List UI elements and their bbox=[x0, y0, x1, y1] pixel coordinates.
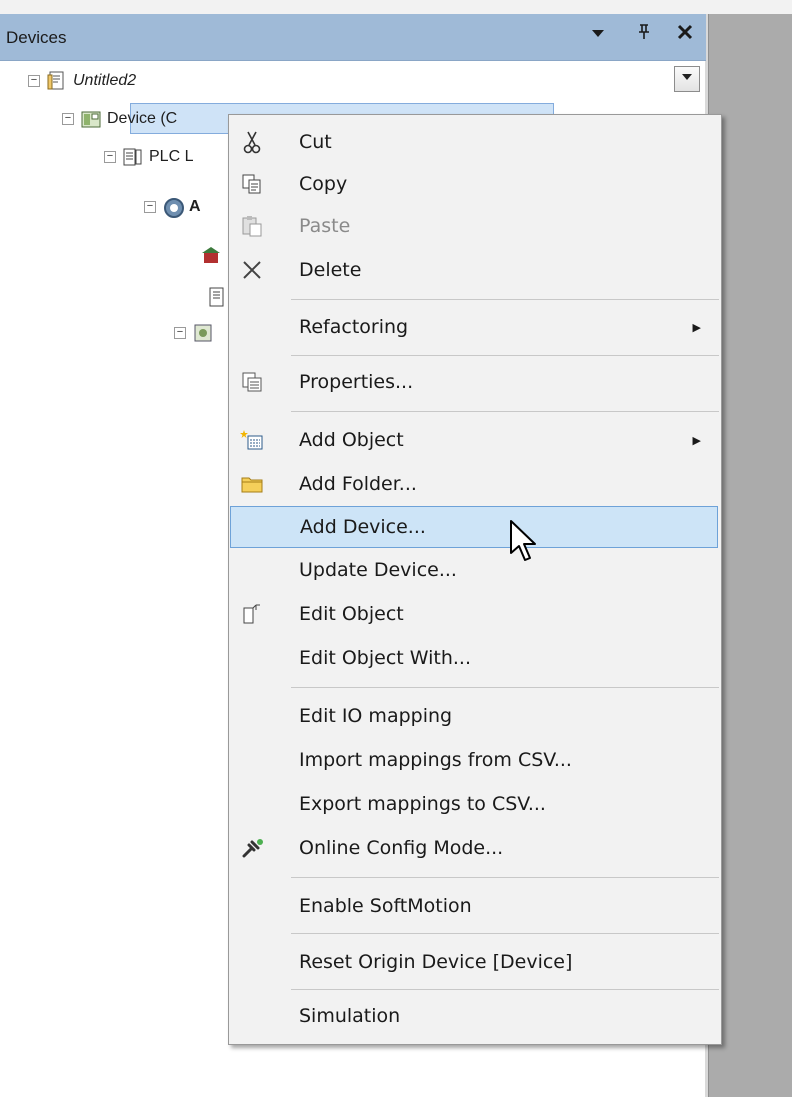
plc-logic-icon bbox=[122, 146, 144, 168]
menu-item-edit-object[interactable]: Edit Object bbox=[229, 593, 721, 635]
menu-item-label: Update Device... bbox=[299, 559, 457, 581]
task-config-icon bbox=[192, 322, 214, 344]
menu-separator bbox=[291, 299, 719, 300]
devices-panel-header: Devices bbox=[0, 14, 706, 61]
menu-separator bbox=[291, 355, 719, 356]
application-name: A bbox=[189, 198, 201, 215]
window-top-strip bbox=[0, 0, 792, 14]
menu-item-reset-origin-device[interactable]: Reset Origin Device [Device] bbox=[229, 941, 721, 983]
menu-item-simulation[interactable]: Simulation bbox=[229, 995, 721, 1037]
collapse-icon[interactable]: − bbox=[28, 75, 40, 87]
menu-item-label: Reset Origin Device [Device] bbox=[299, 951, 573, 973]
mouse-cursor-icon bbox=[508, 518, 542, 564]
menu-item-label: Edit Object With... bbox=[299, 647, 472, 669]
menu-item-edit-io-mapping[interactable]: Edit IO mapping bbox=[229, 695, 721, 737]
tree-node-library[interactable] bbox=[200, 240, 227, 270]
menu-item-properties[interactable]: Properties... bbox=[229, 361, 721, 403]
menu-item-label: Paste bbox=[299, 215, 351, 237]
menu-item-label: Properties... bbox=[299, 371, 414, 393]
close-icon[interactable] bbox=[676, 22, 694, 46]
menu-item-add-object[interactable]: Add Object ▶ bbox=[229, 419, 721, 461]
menu-item-label: Add Device... bbox=[300, 516, 426, 538]
collapse-icon[interactable]: − bbox=[62, 113, 74, 125]
menu-item-label: Online Config Mode... bbox=[299, 837, 504, 859]
device-name: Device (C bbox=[107, 110, 178, 127]
menu-item-enable-softmotion[interactable]: Enable SoftMotion bbox=[229, 885, 721, 927]
folder-icon bbox=[239, 471, 265, 497]
menu-item-label: Add Object bbox=[299, 429, 404, 451]
library-icon bbox=[200, 244, 222, 266]
menu-item-copy[interactable]: Copy bbox=[229, 163, 721, 205]
pin-icon[interactable] bbox=[636, 22, 652, 46]
panel-title: Devices bbox=[6, 28, 67, 47]
menu-item-label: Enable SoftMotion bbox=[299, 895, 472, 917]
properties-icon bbox=[239, 369, 265, 395]
menu-item-delete[interactable]: Delete bbox=[229, 249, 721, 291]
tree-dropdown-button[interactable] bbox=[674, 66, 700, 92]
submenu-arrow-icon: ▶ bbox=[692, 434, 701, 447]
panel-dropdown-icon[interactable] bbox=[590, 22, 606, 46]
menu-item-label: Copy bbox=[299, 173, 348, 195]
menu-separator bbox=[291, 933, 719, 934]
menu-item-label: Add Folder... bbox=[299, 473, 417, 495]
tree-node-plc-logic[interactable]: − PLC L bbox=[104, 142, 193, 172]
collapse-icon[interactable]: − bbox=[144, 201, 156, 213]
scissors-icon bbox=[239, 129, 265, 155]
collapse-icon[interactable]: − bbox=[104, 151, 116, 163]
menu-item-cut[interactable]: Cut bbox=[229, 121, 721, 163]
menu-item-label: Simulation bbox=[299, 1005, 401, 1027]
edit-object-icon bbox=[239, 601, 265, 627]
menu-item-label: Delete bbox=[299, 259, 362, 281]
application-gear-icon bbox=[162, 196, 184, 218]
menu-item-label: Import mappings from CSV... bbox=[299, 749, 572, 771]
tree-node-device[interactable]: − Device (C bbox=[62, 104, 177, 134]
menu-separator bbox=[291, 877, 719, 878]
copy-icon bbox=[239, 171, 265, 197]
add-object-icon bbox=[239, 427, 265, 453]
wrench-icon bbox=[239, 835, 265, 861]
project-icon bbox=[46, 70, 68, 92]
menu-separator bbox=[291, 989, 719, 990]
menu-item-online-config-mode[interactable]: Online Config Mode... bbox=[229, 827, 721, 869]
plc-logic-name: PLC L bbox=[149, 148, 194, 165]
menu-item-label: Edit Object bbox=[299, 603, 404, 625]
context-menu: Cut Copy Paste Delete Refactoring ▶ Prop… bbox=[228, 114, 722, 1045]
collapse-icon[interactable]: − bbox=[174, 327, 186, 339]
paste-icon bbox=[239, 213, 265, 239]
submenu-arrow-icon: ▶ bbox=[692, 321, 701, 334]
menu-item-refactoring[interactable]: Refactoring ▶ bbox=[229, 306, 721, 348]
tree-node-task-config[interactable]: − bbox=[174, 318, 219, 348]
tree-node-application[interactable]: − A bbox=[144, 192, 201, 222]
menu-item-edit-object-with[interactable]: Edit Object With... bbox=[229, 637, 721, 679]
delete-icon bbox=[239, 257, 265, 283]
menu-item-import-mappings[interactable]: Import mappings from CSV... bbox=[229, 739, 721, 781]
menu-item-add-folder[interactable]: Add Folder... bbox=[229, 463, 721, 505]
menu-separator bbox=[291, 411, 719, 412]
menu-item-paste: Paste bbox=[229, 205, 721, 247]
menu-item-export-mappings[interactable]: Export mappings to CSV... bbox=[229, 783, 721, 825]
menu-item-update-device[interactable]: Update Device... bbox=[229, 549, 721, 591]
tree-node-project[interactable]: − Untitled2 bbox=[28, 66, 136, 96]
menu-item-add-device[interactable]: Add Device... bbox=[230, 506, 718, 548]
menu-item-label: Edit IO mapping bbox=[299, 705, 453, 727]
document-icon bbox=[206, 286, 228, 308]
menu-item-label: Export mappings to CSV... bbox=[299, 793, 546, 815]
menu-item-label: Cut bbox=[299, 131, 332, 153]
project-name: Untitled2 bbox=[73, 72, 137, 89]
device-icon bbox=[80, 108, 102, 130]
menu-item-label: Refactoring bbox=[299, 316, 409, 338]
menu-separator bbox=[291, 687, 719, 688]
